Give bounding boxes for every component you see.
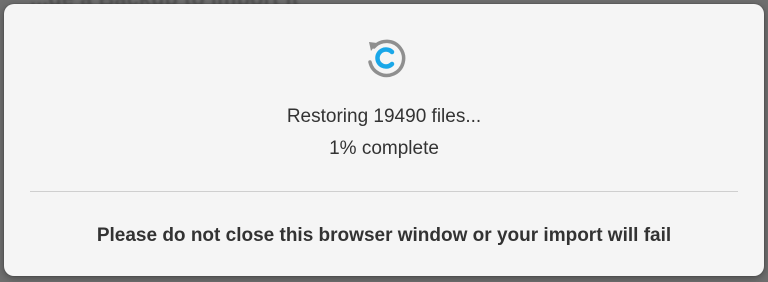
- restore-status-text: Restoring 19490 files...: [286, 106, 482, 127]
- restore-icon: [368, 39, 406, 78]
- divider: [30, 191, 738, 192]
- restore-progress-dialog: Restoring 19490 files... 1% complete Ple…: [4, 4, 764, 276]
- progress-percent-text: 1% complete: [329, 138, 439, 159]
- warning-message: Please do not close this browser window …: [96, 225, 672, 246]
